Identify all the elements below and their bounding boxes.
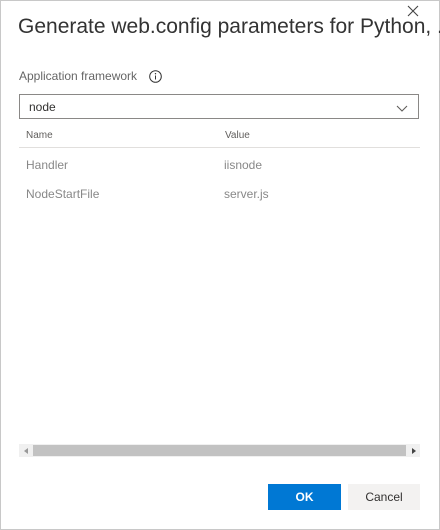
ok-button[interactable]: OK (268, 484, 341, 510)
dialog-title: Generate web.config parameters for Pytho… (18, 15, 440, 38)
cell-name[interactable]: Handler (19, 158, 224, 172)
application-framework-label: Application framework (19, 69, 138, 83)
cell-value[interactable]: server.js (224, 187, 420, 201)
info-icon[interactable] (149, 69, 162, 83)
parameters-grid: Name Value Handler iisnode NodeStartFile… (19, 123, 420, 208)
application-framework-dropdown[interactable]: node (19, 94, 419, 119)
chevron-down-icon (396, 101, 408, 113)
dialog-footer: OK Cancel (268, 484, 420, 510)
close-icon[interactable] (405, 3, 421, 19)
grid-header: Name Value (19, 123, 420, 148)
table-row[interactable]: Handler iisnode (19, 150, 420, 179)
horizontal-scrollbar[interactable] (19, 444, 420, 457)
dropdown-selected-value: node (29, 99, 56, 114)
column-header-name[interactable]: Name (19, 130, 224, 141)
column-header-value[interactable]: Value (224, 130, 420, 141)
table-row[interactable]: NodeStartFile server.js (19, 179, 420, 208)
scroll-left-arrow-icon[interactable] (19, 444, 32, 457)
cancel-button[interactable]: Cancel (348, 484, 420, 510)
dialog: Generate web.config parameters for Pytho… (0, 0, 440, 530)
application-framework-label-row: Application framework (19, 69, 162, 83)
cell-name[interactable]: NodeStartFile (19, 187, 224, 201)
scroll-right-arrow-icon[interactable] (407, 444, 420, 457)
cell-value[interactable]: iisnode (224, 158, 420, 172)
scrollbar-thumb[interactable] (33, 445, 406, 456)
